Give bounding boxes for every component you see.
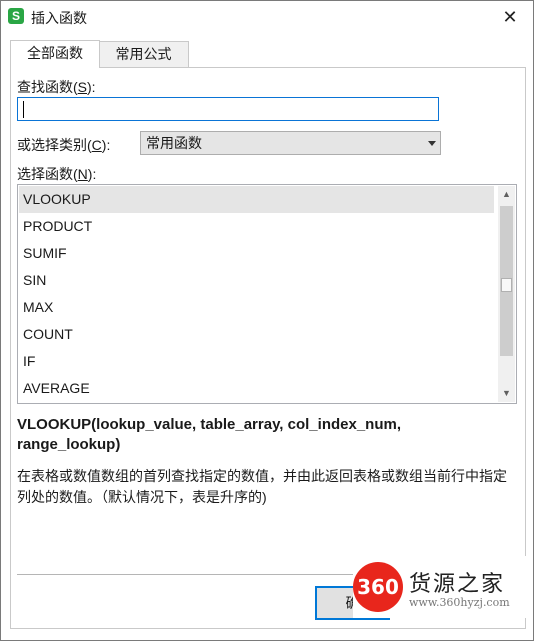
watermark-name: 货源之家	[409, 571, 506, 596]
watermark-url: www.360hyzj.com	[409, 596, 510, 609]
text-caret	[23, 101, 24, 118]
scrollbar-thumb[interactable]	[501, 278, 512, 292]
category-label: 或选择类别(C):	[17, 137, 111, 153]
close-icon: ✕	[502, 7, 518, 27]
insert-function-dialog: S 插入函数 ✕ 全部函数 常用公式 查找函数(S): 或选择类别(C): 常用…	[0, 0, 534, 641]
dialog-title: 插入函数	[31, 10, 87, 26]
wps-app-icon: S	[8, 8, 24, 24]
function-item-if[interactable]: IF	[19, 348, 494, 375]
scroll-down-icon[interactable]: ▼	[498, 385, 515, 402]
function-item-vlookup[interactable]: VLOOKUP	[19, 186, 494, 213]
tab-all-functions[interactable]: 全部函数	[10, 40, 100, 68]
category-selected-value: 常用函数	[146, 135, 202, 151]
close-button[interactable]: ✕	[487, 1, 533, 33]
function-signature: VLOOKUP(lookup_value, table_array, col_i…	[17, 416, 402, 453]
function-list-label: 选择函数(N):	[17, 166, 97, 182]
dropdown-arrow-icon	[428, 141, 436, 146]
watermark-360-icon: 360	[353, 562, 403, 612]
function-item-max[interactable]: MAX	[19, 294, 494, 321]
watermark-logo: 360 货源之家 www.360hyzj.com	[353, 556, 533, 618]
function-item-average[interactable]: AVERAGE	[19, 375, 494, 402]
function-item-sumif[interactable]: SUMIF	[19, 240, 494, 267]
search-label: 查找函数(S):	[17, 79, 96, 95]
title-bar: S 插入函数 ✕	[1, 1, 533, 34]
search-input[interactable]	[17, 97, 439, 121]
function-item-product[interactable]: PRODUCT	[19, 213, 494, 240]
category-select[interactable]: 常用函数	[140, 131, 441, 155]
scroll-up-icon[interactable]: ▲	[498, 186, 515, 203]
function-listbox[interactable]: VLOOKUP PRODUCT SUMIF SIN MAX COUNT IF A…	[17, 184, 517, 404]
function-item-sin[interactable]: SIN	[19, 267, 494, 294]
vertical-scrollbar[interactable]: ▲ ▼	[498, 186, 515, 402]
function-item-count[interactable]: COUNT	[19, 321, 494, 348]
function-description: 在表格或数值数组的首列查找指定的数值，并由此返回表格或数组当前行中指定列处的数值…	[17, 468, 507, 505]
tab-common-formulas[interactable]: 常用公式	[98, 41, 189, 67]
